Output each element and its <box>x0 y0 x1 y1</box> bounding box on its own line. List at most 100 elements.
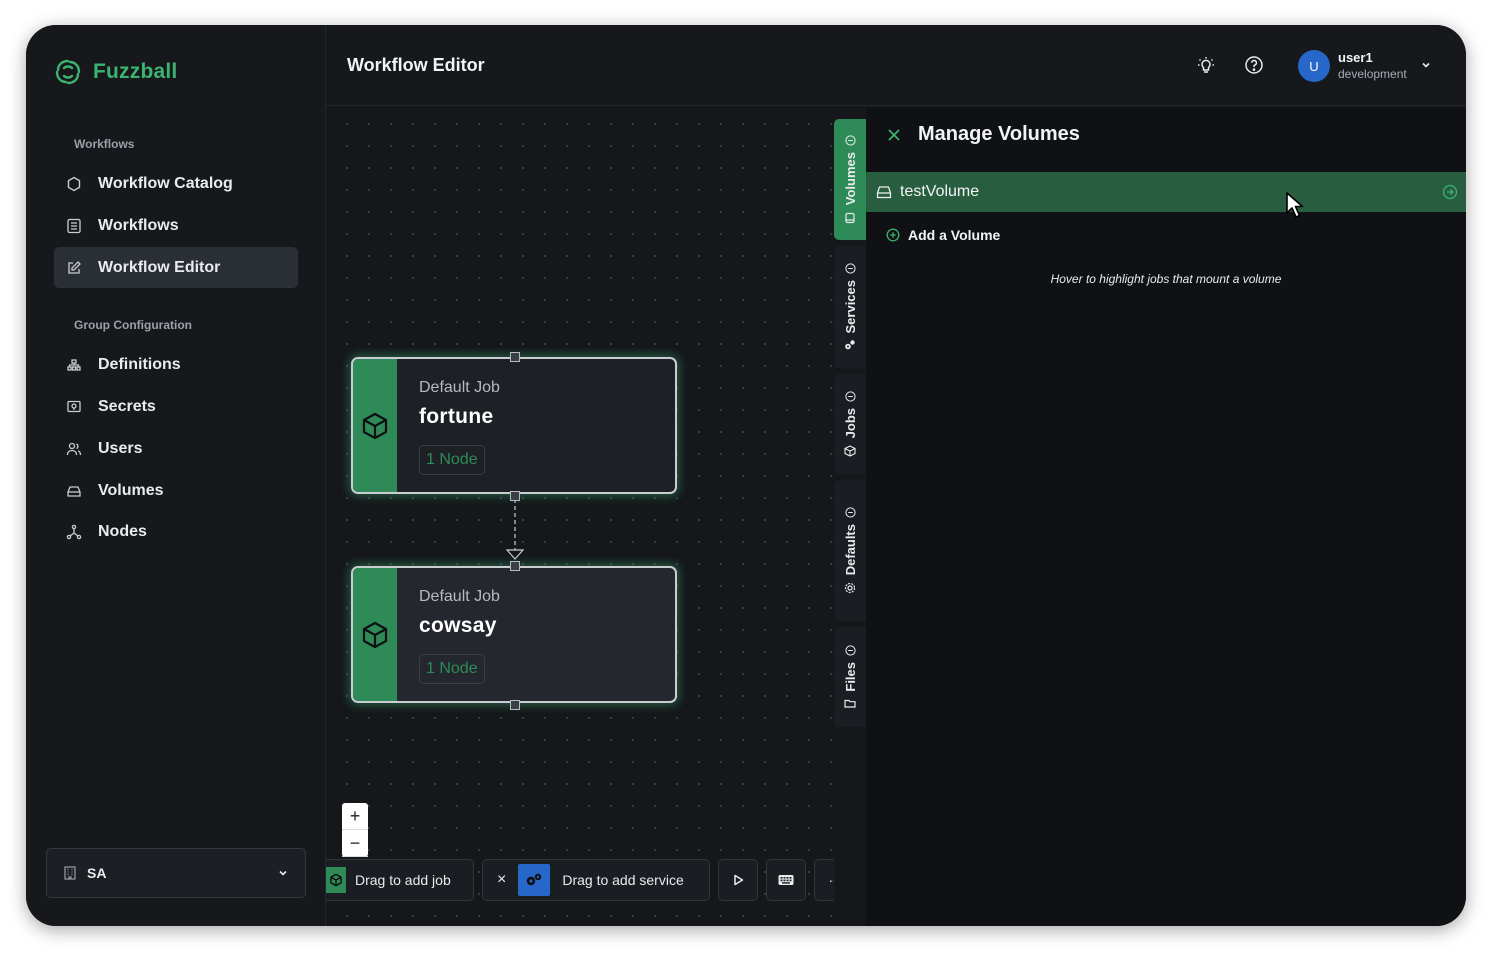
help-icon[interactable] <box>1244 55 1264 75</box>
list-icon <box>67 218 81 233</box>
cube-icon <box>362 621 388 648</box>
drive-icon <box>876 186 892 199</box>
tab-services[interactable]: Services <box>834 246 866 368</box>
tab-label: Volumes <box>842 152 858 206</box>
sidebar-item-label: Nodes <box>98 522 147 540</box>
drive-icon <box>845 212 855 223</box>
sidebar-item-label: Workflow Editor <box>98 258 221 276</box>
job-type: Default Job <box>419 379 500 396</box>
hierarchy-icon <box>67 358 81 371</box>
side-tab-rail: Volumes Services Jobs Defaults Files <box>834 107 866 926</box>
run-button[interactable] <box>718 859 758 901</box>
job-output-handle[interactable] <box>510 491 520 501</box>
close-icon[interactable]: × <box>497 871 506 889</box>
keyboard-icon <box>778 875 794 885</box>
job-input-handle[interactable] <box>510 352 520 362</box>
tab-jobs[interactable]: Jobs <box>834 374 866 474</box>
user-environment: development <box>1338 67 1407 81</box>
cube-icon <box>362 412 388 439</box>
add-job-label: Drag to add job <box>355 872 451 888</box>
edit-icon <box>68 260 81 274</box>
volume-name: testVolume <box>900 183 980 200</box>
header: Workflow Editor U user1 development <box>326 25 1466 106</box>
secret-icon <box>67 400 81 412</box>
sidebar: Fuzzball Workflows Workflow Catalog Work… <box>26 25 326 926</box>
service-icon-box <box>518 864 551 896</box>
gears-icon <box>845 340 855 350</box>
node-count-badge: 1 Node <box>419 654 485 684</box>
chevron-down-icon[interactable] <box>1420 59 1432 71</box>
job-stripe <box>353 359 397 492</box>
fuzzball-logo-icon <box>55 59 81 85</box>
chevron-down-icon <box>279 870 287 876</box>
sidebar-item-secrets[interactable]: Secrets <box>54 386 298 427</box>
users-icon <box>66 442 82 455</box>
zoom-out-button[interactable]: − <box>342 830 368 857</box>
hover-hint: Hover to highlight jobs that mount a vol… <box>1050 272 1282 286</box>
drive-icon <box>67 485 81 497</box>
dependency-edge <box>505 499 525 560</box>
sidebar-item-workflows[interactable]: Workflows <box>54 205 298 246</box>
section-title-workflows: Workflows <box>74 137 135 151</box>
organization-select[interactable]: SA <box>46 848 306 898</box>
avatar[interactable]: U <box>1298 50 1330 82</box>
tab-defaults[interactable]: Defaults <box>834 480 866 621</box>
cube-icon <box>844 445 856 457</box>
job-type: Default Job <box>419 588 500 605</box>
job-output-handle[interactable] <box>510 700 520 710</box>
sidebar-item-label: Workflows <box>98 216 179 234</box>
section-title-group-configuration: Group Configuration <box>74 318 192 332</box>
job-input-handle[interactable] <box>510 561 520 571</box>
tab-files[interactable]: Files <box>834 627 866 727</box>
add-volume-label: Add a Volume <box>908 227 1001 243</box>
expand-icon <box>844 507 856 518</box>
page-title: Workflow Editor <box>347 55 485 75</box>
job-icon-box <box>326 867 346 893</box>
expand-icon <box>844 645 856 656</box>
add-job-button[interactable]: Drag to add job <box>326 859 474 901</box>
logo[interactable]: Fuzzball <box>53 57 177 87</box>
add-service-label: Drag to add service <box>562 872 684 888</box>
panel-title: Manage Volumes <box>918 123 1080 145</box>
cube-icon <box>330 873 342 887</box>
app-name: Fuzzball <box>93 60 178 83</box>
expand-icon <box>844 263 856 274</box>
node-count-badge: 1 Node <box>419 445 485 475</box>
sidebar-item-nodes[interactable]: Nodes <box>54 511 298 552</box>
play-icon <box>734 874 744 886</box>
add-volume-button[interactable]: Add a Volume <box>886 227 1000 243</box>
sidebar-item-users[interactable]: Users <box>54 428 298 469</box>
tab-label: Services <box>842 279 858 334</box>
sidebar-item-workflow-editor[interactable]: Workflow Editor <box>54 247 298 288</box>
arrow-right-circle-icon[interactable] <box>1442 184 1458 200</box>
theme-toggle-icon[interactable] <box>1196 55 1216 75</box>
more-options-button[interactable]: ··· <box>814 859 834 901</box>
keyboard-shortcuts-button[interactable] <box>766 859 806 901</box>
add-service-button[interactable]: × Drag to add service <box>482 859 710 901</box>
tab-label: Files <box>842 661 858 692</box>
job-node-fortune[interactable]: Default Job fortune 1 Node <box>351 357 677 494</box>
sidebar-item-label: Definitions <box>98 355 181 373</box>
user-name[interactable]: user1 <box>1338 50 1373 65</box>
job-stripe <box>353 568 397 701</box>
sidebar-item-label: Workflow Catalog <box>98 174 233 192</box>
sidebar-item-workflow-catalog[interactable]: Workflow Catalog <box>54 163 298 204</box>
organization-label: SA <box>87 865 107 881</box>
volume-row[interactable]: testVolume <box>866 172 1466 212</box>
close-icon[interactable] <box>886 127 902 143</box>
sidebar-item-label: Volumes <box>98 481 164 499</box>
mouse-cursor-icon <box>1286 192 1304 218</box>
gear-icon <box>844 582 856 593</box>
tab-volumes[interactable]: Volumes <box>834 119 866 240</box>
job-node-cowsay[interactable]: Default Job cowsay 1 Node <box>351 566 677 703</box>
collapse-icon <box>844 135 856 146</box>
plus-circle-icon <box>886 228 900 242</box>
expand-icon <box>844 391 856 402</box>
zoom-in-button[interactable]: + <box>342 803 368 830</box>
nodes-icon <box>66 524 82 539</box>
sidebar-item-volumes[interactable]: Volumes <box>54 470 298 511</box>
building-icon <box>64 866 76 880</box>
zoom-controls: + − <box>342 803 368 857</box>
workflow-canvas[interactable]: Default Job fortune 1 Node Default Job c… <box>326 107 834 926</box>
sidebar-item-definitions[interactable]: Definitions <box>54 344 298 385</box>
